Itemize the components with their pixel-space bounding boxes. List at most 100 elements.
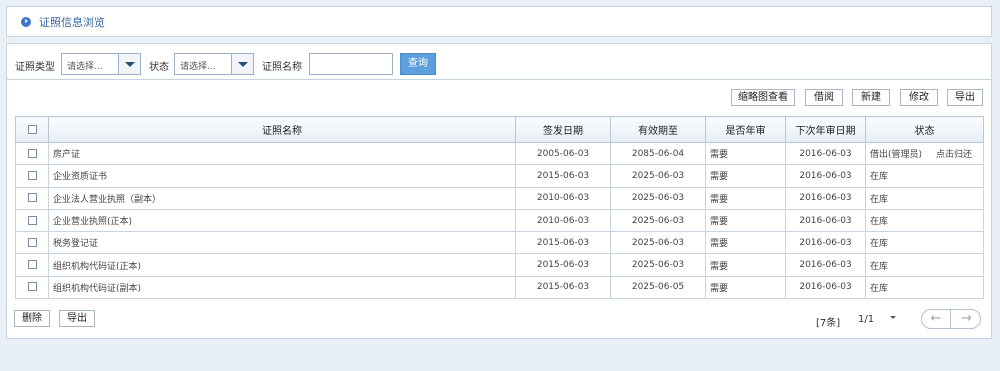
row-checkbox[interactable]: [27, 148, 37, 158]
type-select[interactable]: 请选择...: [61, 53, 141, 75]
title-bar: 证照信息浏览: [6, 6, 992, 37]
page-size-dropdown-icon[interactable]: [890, 316, 896, 319]
cell-valid-until: 2025-06-03: [610, 164, 706, 188]
cell-annual-review: 需要: [705, 275, 786, 300]
row-checkbox[interactable]: [27, 215, 37, 225]
row-select-cell[interactable]: [15, 141, 49, 166]
cell-name: 组织机构代码证(正本): [48, 253, 516, 277]
cell-name: 企业法人营业执照（副本）: [48, 186, 516, 210]
row-checkbox[interactable]: [27, 170, 37, 180]
row-checkbox[interactable]: [27, 193, 37, 203]
select-all-checkbox[interactable]: [27, 124, 37, 134]
row-select-cell[interactable]: [15, 208, 49, 233]
row-checkbox[interactable]: [27, 282, 37, 292]
name-input[interactable]: [309, 53, 393, 75]
chevron-down-icon[interactable]: [118, 54, 140, 74]
page-indicator: 1/1: [858, 314, 875, 325]
cell-status: 在库: [865, 164, 984, 188]
status-select-value: 请选择...: [180, 62, 216, 72]
cell-valid-until: 2025-06-03: [610, 231, 706, 255]
cell-next-review: 2016-06-03: [785, 231, 866, 255]
cell-valid-until: 2085-06-04: [610, 141, 706, 166]
cell-annual-review: 需要: [705, 164, 786, 188]
cell-status: 在库: [865, 275, 984, 300]
row-select-cell[interactable]: [15, 275, 49, 300]
row-select-cell[interactable]: [15, 231, 49, 255]
status-select[interactable]: 请选择...: [174, 53, 254, 75]
col-header-next-review[interactable]: 下次年审日期: [785, 116, 866, 143]
table-row[interactable]: 房产证 2005-06-03 2085-06-04 需要 2016-06-03 …: [15, 141, 984, 166]
delete-button[interactable]: 删除: [14, 310, 50, 327]
arrow-right-icon[interactable]: →: [952, 310, 980, 328]
cell-issue-date: 2010-06-03: [515, 208, 611, 233]
export-bottom-button[interactable]: 导出: [59, 310, 95, 327]
table-row[interactable]: 企业法人营业执照（副本） 2010-06-03 2025-06-03 需要 20…: [15, 186, 984, 210]
cell-valid-until: 2025-06-03: [610, 186, 706, 210]
cell-status: 在库: [865, 253, 984, 277]
cell-status: 在库: [865, 186, 984, 210]
main-panel: 证照类型 请选择... 状态 请选择... 证照名称 查询 缩略图查看 借阅 新…: [6, 43, 992, 339]
table-row[interactable]: 企业资质证书 2015-06-03 2025-06-03 需要 2016-06-…: [15, 164, 984, 188]
cell-name: 房产证: [48, 141, 516, 166]
cell-next-review: 2016-06-03: [785, 275, 866, 300]
type-label: 证照类型: [15, 62, 55, 73]
circle-arrow-icon: [21, 16, 31, 27]
select-all-cell[interactable]: [15, 116, 49, 143]
cell-annual-review: 需要: [705, 186, 786, 210]
export-top-button[interactable]: 导出: [947, 89, 983, 106]
cell-issue-date: 2005-06-03: [515, 141, 611, 166]
edit-button[interactable]: 修改: [900, 89, 938, 106]
cell-issue-date: 2015-06-03: [515, 253, 611, 277]
cell-name: 企业资质证书: [48, 164, 516, 188]
row-checkbox[interactable]: [27, 237, 37, 247]
cell-status: 借出(管理员) 点击归还: [865, 141, 984, 166]
col-header-issue-date[interactable]: 签发日期: [515, 116, 611, 143]
cell-next-review: 2016-06-03: [785, 208, 866, 233]
cell-annual-review: 需要: [705, 141, 786, 166]
table-header-row: 证照名称 签发日期 有效期至 是否年审 下次年审日期 状态: [15, 116, 984, 143]
cell-annual-review: 需要: [705, 253, 786, 277]
cell-name: 企业营业执照(正本): [48, 208, 516, 233]
cell-next-review: 2016-06-03: [785, 253, 866, 277]
table-row[interactable]: 企业营业执照(正本) 2010-06-03 2025-06-03 需要 2016…: [15, 208, 984, 233]
chevron-down-icon[interactable]: [231, 54, 253, 74]
cell-valid-until: 2025-06-03: [610, 253, 706, 277]
return-link[interactable]: 点击归还: [936, 150, 972, 160]
col-header-annual-review[interactable]: 是否年审: [705, 116, 786, 143]
query-button[interactable]: 查询: [400, 53, 436, 75]
row-select-cell[interactable]: [15, 164, 49, 188]
row-select-cell[interactable]: [15, 253, 49, 277]
filter-bar: 证照类型 请选择... 状态 请选择... 证照名称 查询: [7, 44, 991, 80]
name-label: 证照名称: [262, 62, 302, 73]
table-row[interactable]: 税务登记证 2015-06-03 2025-06-03 需要 2016-06-0…: [15, 231, 984, 255]
cell-issue-date: 2015-06-03: [515, 275, 611, 300]
thumbnail-view-button[interactable]: 缩略图查看: [731, 89, 795, 106]
cell-annual-review: 需要: [705, 231, 786, 255]
cell-annual-review: 需要: [705, 208, 786, 233]
status-text: 借出(管理员): [870, 150, 923, 161]
cell-valid-until: 2025-06-03: [610, 208, 706, 233]
page-title: 证照信息浏览: [39, 15, 105, 29]
status-label: 状态: [149, 62, 169, 73]
cell-issue-date: 2015-06-03: [515, 164, 611, 188]
cell-valid-until: 2025-06-05: [610, 275, 706, 300]
record-count: [7条]: [816, 318, 841, 329]
cell-issue-date: 2015-06-03: [515, 231, 611, 255]
row-select-cell[interactable]: [15, 186, 49, 210]
col-header-name[interactable]: 证照名称: [48, 116, 516, 143]
cell-name: 组织机构代码证(副本): [48, 275, 516, 300]
col-header-valid-until[interactable]: 有效期至: [610, 116, 706, 143]
table-row[interactable]: 组织机构代码证(正本) 2015-06-03 2025-06-03 需要 201…: [15, 253, 984, 277]
cell-status: 在库: [865, 231, 984, 255]
cell-issue-date: 2010-06-03: [515, 186, 611, 210]
cell-next-review: 2016-06-03: [785, 164, 866, 188]
cell-next-review: 2016-06-03: [785, 141, 866, 166]
borrow-button[interactable]: 借阅: [805, 89, 843, 106]
new-button[interactable]: 新建: [852, 89, 890, 106]
license-table: 证照名称 签发日期 有效期至 是否年审 下次年审日期 状态 房产证 2005-0…: [15, 116, 984, 300]
cell-name: 税务登记证: [48, 231, 516, 255]
row-checkbox[interactable]: [27, 260, 37, 270]
col-header-status[interactable]: 状态: [865, 116, 984, 143]
table-row[interactable]: 组织机构代码证(副本) 2015-06-03 2025-06-05 需要 201…: [15, 275, 984, 300]
arrow-left-icon[interactable]: ←: [922, 310, 951, 328]
